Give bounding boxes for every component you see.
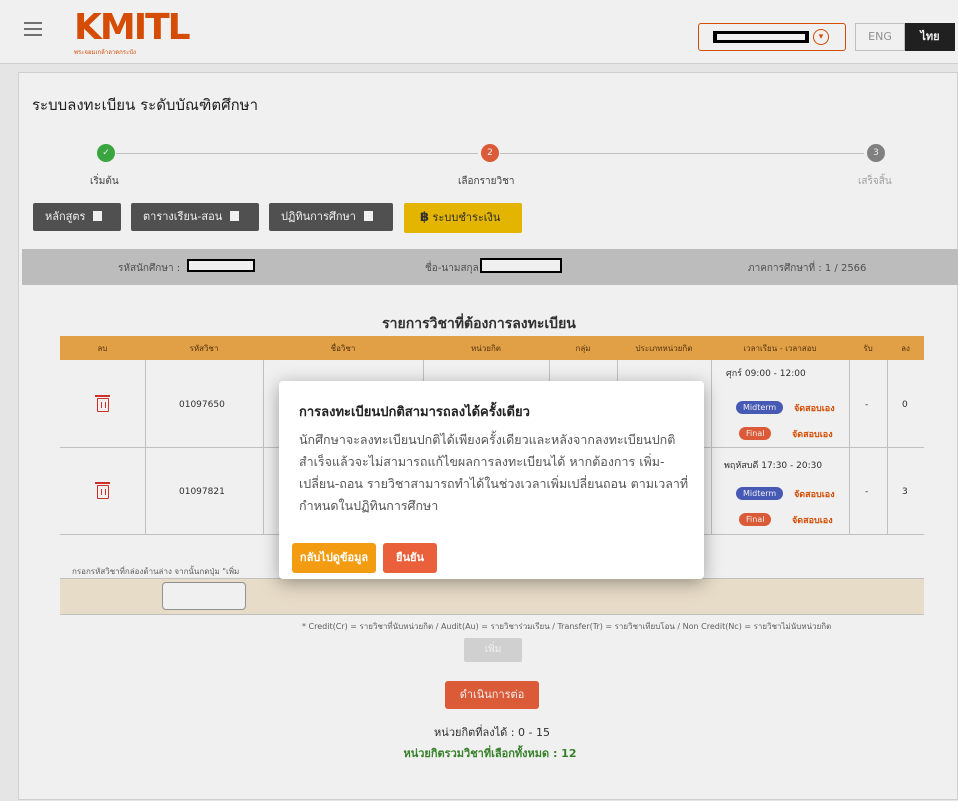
- confirm-modal: การลงทะเบียนปกติสามารถลงได้ครั้งเดียว นั…: [279, 381, 704, 579]
- back-to-info-button[interactable]: กลับไปดูข้อมูล: [292, 543, 376, 573]
- modal-body: นักศึกษาจะลงทะเบียนปกติได้เพียงครั้งเดีย…: [299, 432, 689, 513]
- modal-title: การลงทะเบียนปกติสามารถลงได้ครั้งเดียว: [299, 405, 530, 420]
- confirm-button[interactable]: ยืนยัน: [383, 543, 437, 573]
